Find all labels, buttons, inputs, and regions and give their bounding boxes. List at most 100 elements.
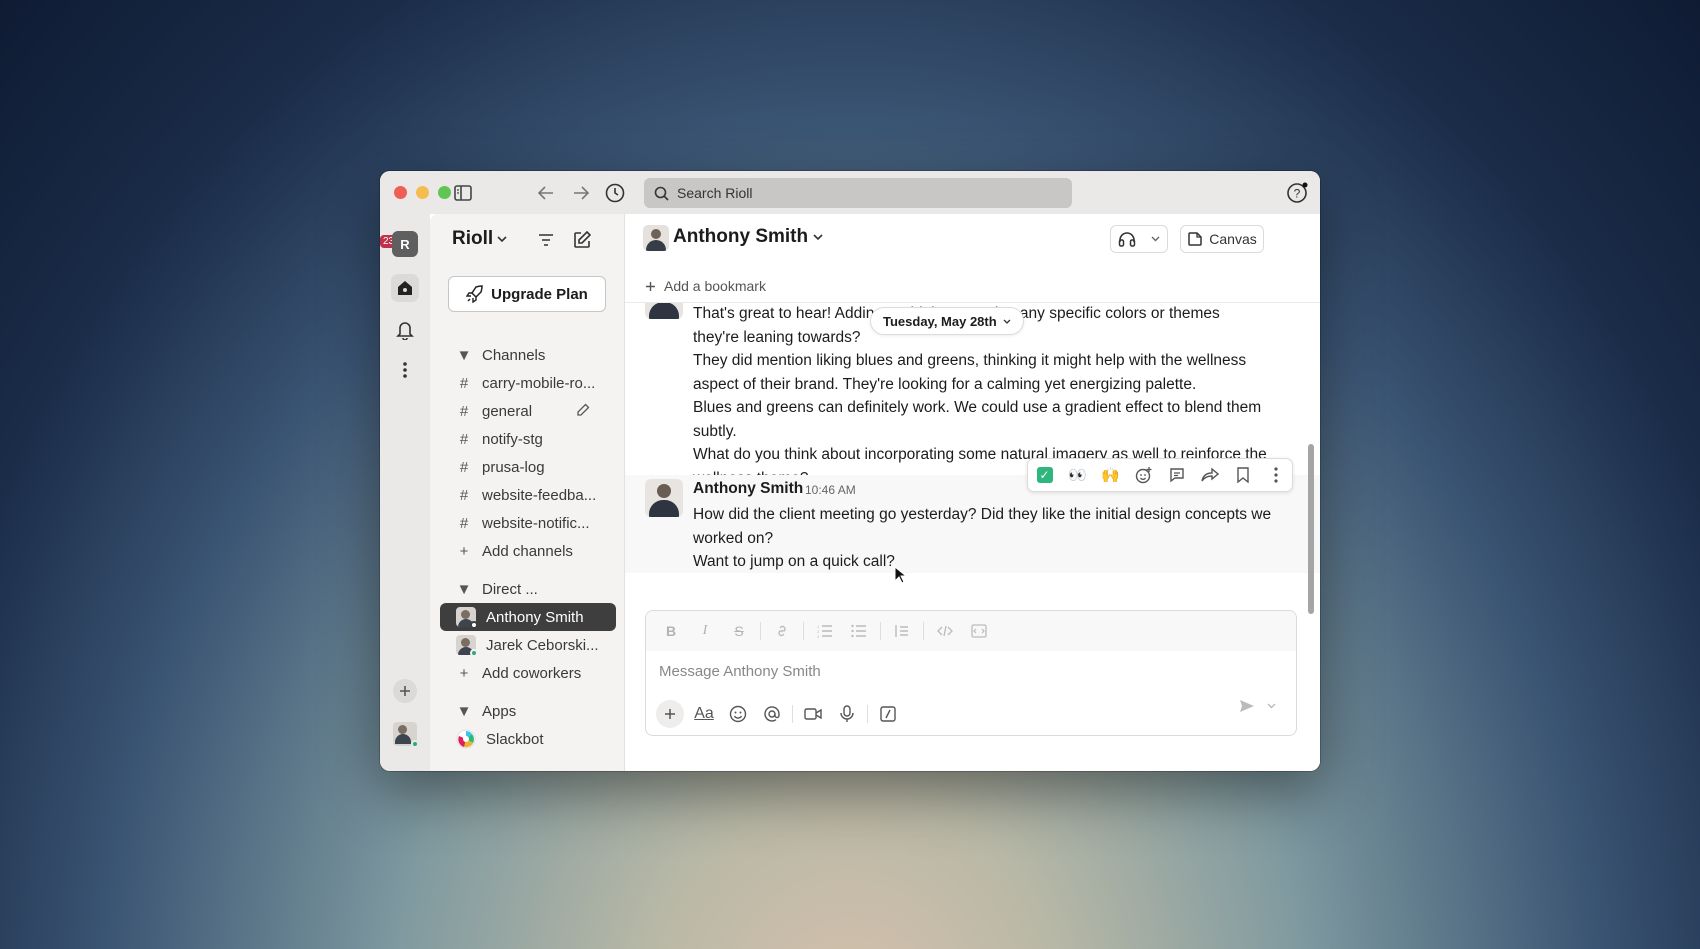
- channel-label: website-feedba...: [482, 486, 597, 504]
- add-workspace-icon[interactable]: [393, 679, 417, 703]
- filter-icon[interactable]: [534, 228, 558, 252]
- more-vertical-icon[interactable]: [391, 356, 419, 384]
- add-reaction-button[interactable]: [1131, 462, 1157, 488]
- channels-section-header[interactable]: ▼ Channels: [440, 341, 616, 369]
- message-timestamp[interactable]: 10:46 AM: [805, 483, 856, 497]
- add-channels-button[interactable]: + Add channels: [440, 537, 616, 565]
- close-window-button[interactable]: [394, 186, 407, 199]
- hash-icon: #: [459, 486, 469, 504]
- dm-avatar: [456, 607, 478, 629]
- bullet-list-icon[interactable]: [846, 618, 872, 644]
- search-icon: [654, 186, 669, 201]
- caret-down-icon: ▼: [456, 580, 472, 598]
- date-label: Tuesday, May 28th: [883, 313, 997, 329]
- workspace-avatar[interactable]: R: [392, 231, 418, 257]
- microphone-icon[interactable]: [833, 700, 861, 728]
- sidebar-item-jarek-ceborski[interactable]: Jarek Ceborski...: [440, 631, 616, 659]
- sidebar-item-anthony-smith[interactable]: Anthony Smith: [440, 603, 616, 631]
- chevron-down-icon[interactable]: [1267, 703, 1276, 709]
- message-author[interactable]: Anthony Smith: [693, 480, 803, 498]
- slackbot-icon: [456, 729, 476, 749]
- reply-thread-button[interactable]: [1164, 462, 1190, 488]
- bookmark-icon: [1236, 467, 1249, 483]
- slash-command-icon[interactable]: [874, 700, 902, 728]
- history-clock-icon[interactable]: [604, 182, 626, 204]
- svg-text:3: 3: [817, 634, 820, 638]
- add-bookmark-button[interactable]: Add a bookmark: [645, 278, 766, 294]
- app-label: Slackbot: [486, 730, 544, 748]
- save-button[interactable]: [1230, 462, 1256, 488]
- add-bookmark-label: Add a bookmark: [664, 278, 766, 294]
- eyes-reaction-button[interactable]: 👀: [1065, 462, 1091, 488]
- toolbar-divider: [760, 622, 761, 640]
- maximize-window-button[interactable]: [438, 186, 451, 199]
- video-clip-icon[interactable]: [799, 700, 827, 728]
- bold-icon[interactable]: B: [658, 618, 684, 644]
- sidebar-item-notify-stg[interactable]: # notify-stg: [440, 425, 616, 453]
- chevron-down-icon[interactable]: [1151, 236, 1160, 242]
- headphones-icon: [1118, 231, 1136, 247]
- workspace-name: Rioll: [452, 228, 494, 249]
- home-icon[interactable]: [391, 274, 419, 302]
- canvas-button[interactable]: Canvas: [1180, 225, 1264, 253]
- caret-down-icon: ▼: [456, 346, 472, 364]
- mention-icon[interactable]: [758, 700, 786, 728]
- more-actions-button[interactable]: [1263, 462, 1289, 488]
- apps-section-header[interactable]: ▼ Apps: [440, 697, 616, 725]
- message-scrollbar[interactable]: [1308, 444, 1314, 614]
- code-icon[interactable]: [932, 618, 958, 644]
- online-status-dot: [411, 740, 419, 748]
- message-line: Want to jump on a quick call?: [693, 553, 895, 570]
- upgrade-plan-button[interactable]: Upgrade Plan: [448, 276, 606, 312]
- help-icon[interactable]: ?: [1286, 182, 1308, 204]
- formatting-toggle-icon[interactable]: Aa: [690, 700, 718, 728]
- toolbar-divider: [792, 705, 793, 723]
- link-icon[interactable]: [769, 618, 795, 644]
- user-avatar[interactable]: [391, 720, 419, 748]
- sidebar-item-website-notifications[interactable]: # website-notific...: [440, 509, 616, 537]
- raised-hands-reaction-button[interactable]: 🙌: [1098, 462, 1124, 488]
- check-reaction-button[interactable]: ✓: [1032, 462, 1058, 488]
- search-bar[interactable]: Search Rioll: [644, 178, 1072, 208]
- chevron-down-icon: [497, 235, 507, 243]
- more-vertical-icon: [1273, 467, 1278, 483]
- sidebar-item-carry-mobile[interactable]: # carry-mobile-ro...: [440, 369, 616, 397]
- dm-label: Jarek Ceborski...: [486, 636, 599, 654]
- attach-plus-icon[interactable]: [656, 700, 684, 728]
- caret-down-icon: ▼: [456, 702, 472, 720]
- send-icon[interactable]: [1239, 699, 1255, 713]
- forward-button[interactable]: [1197, 462, 1223, 488]
- hash-icon: #: [459, 374, 469, 392]
- date-divider-button[interactable]: Tuesday, May 28th: [870, 307, 1024, 335]
- strikethrough-icon[interactable]: S: [726, 618, 752, 644]
- sidebar-item-slackbot[interactable]: Slackbot: [440, 725, 616, 753]
- message-input[interactable]: Message Anthony Smith: [659, 663, 821, 680]
- italic-icon[interactable]: I: [692, 618, 718, 644]
- svg-text:?: ?: [1294, 187, 1301, 201]
- message-avatar[interactable]: [645, 479, 683, 517]
- sidebar-item-prusa-log[interactable]: # prusa-log: [440, 453, 616, 481]
- back-arrow-icon[interactable]: [535, 182, 557, 204]
- sidebar-item-general[interactable]: # general: [440, 397, 616, 425]
- blockquote-icon[interactable]: [889, 618, 915, 644]
- workspace-name-menu[interactable]: Rioll: [452, 228, 507, 250]
- code-block-icon[interactable]: [966, 618, 992, 644]
- formatting-toolbar: B I S 123: [646, 611, 1296, 651]
- ordered-list-icon[interactable]: 123: [812, 618, 838, 644]
- plus-icon: +: [459, 664, 469, 682]
- direct-messages-section-header[interactable]: ▼ Direct ...: [440, 575, 616, 603]
- thread-icon: [1169, 468, 1184, 483]
- huddle-button[interactable]: [1110, 225, 1168, 253]
- message-actions-toolbar: ✓ 👀 🙌: [1027, 458, 1293, 492]
- sidebar-toggle-icon[interactable]: [452, 182, 474, 204]
- add-coworkers-button[interactable]: + Add coworkers: [440, 659, 616, 687]
- compose-icon[interactable]: [570, 228, 594, 252]
- dm-header-label: Direct ...: [482, 580, 538, 598]
- channel-title-button[interactable]: Anthony Smith: [673, 226, 823, 248]
- sidebar-item-website-feedback[interactable]: # website-feedba...: [440, 481, 616, 509]
- emoji-icon[interactable]: [724, 700, 752, 728]
- bell-icon[interactable]: [391, 316, 419, 344]
- minimize-window-button[interactable]: [416, 186, 429, 199]
- forward-arrow-icon[interactable]: [570, 182, 592, 204]
- pencil-icon: [576, 403, 590, 417]
